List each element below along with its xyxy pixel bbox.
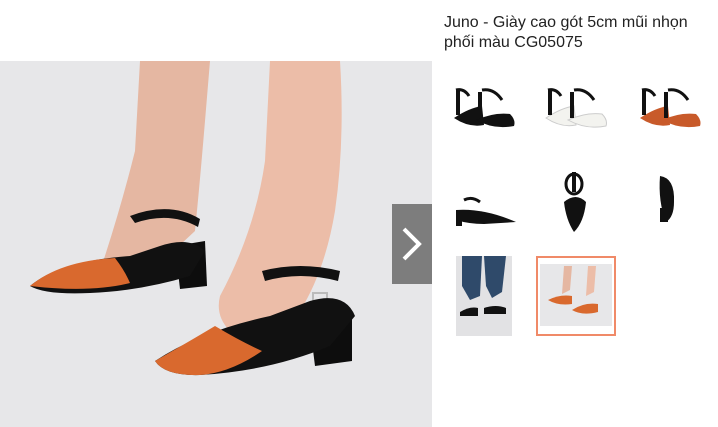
chevron-right-icon [402,227,422,261]
product-title: Juno - Giày cao gót 5cm mũi nhọn phối mà… [444,13,714,53]
thumb-model-orange[interactable] [536,256,616,336]
thumb-pair-brown[interactable] [630,70,710,150]
product-title-line2: phối màu CG05075 [444,34,583,51]
thumb-front-view[interactable] [536,162,616,242]
thumb-side-view[interactable] [444,162,524,242]
thumb-pair-black[interactable] [444,70,524,150]
main-product-image [0,61,432,427]
thumb-pair-white[interactable] [536,70,616,150]
thumb-back-view[interactable] [630,162,710,242]
product-photo [30,61,355,376]
next-image-button[interactable] [392,204,432,284]
product-title-line1: Juno - Giày cao gót 5cm mũi nhọn [444,14,688,31]
thumb-model-jeans[interactable] [456,256,512,336]
